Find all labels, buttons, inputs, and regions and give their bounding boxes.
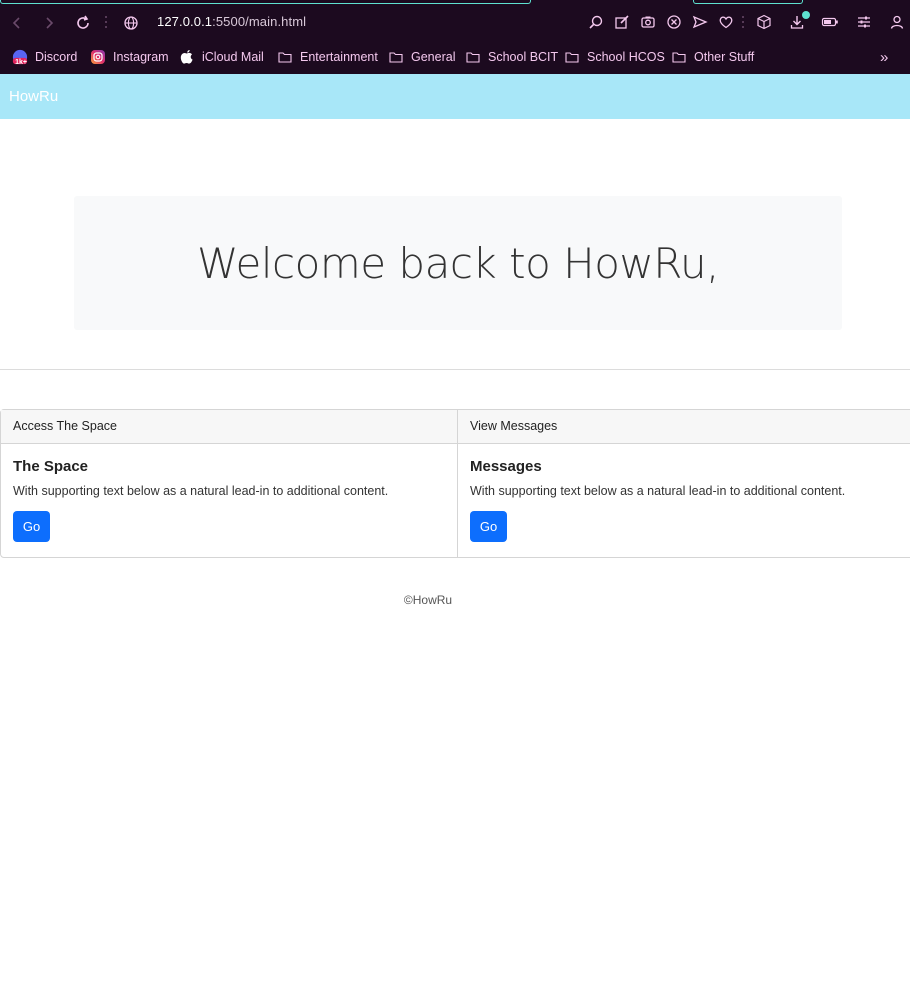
card-header: View Messages [458, 410, 910, 444]
globe-icon [124, 16, 138, 30]
search-zoom-icon [589, 15, 603, 29]
url-path: :5500/main.html [212, 14, 307, 29]
discord-badge: 1k+ [15, 59, 27, 66]
camera-icon [641, 16, 655, 28]
bookmark-label: iCloud Mail [202, 50, 264, 64]
folder-icon [564, 49, 580, 65]
zoom-button[interactable] [587, 13, 605, 31]
navbar: HowRu [0, 74, 910, 119]
chevron-double-right-icon: » [880, 48, 889, 66]
bookmark-folder-general[interactable]: General [388, 48, 455, 66]
profile-button[interactable] [888, 13, 906, 31]
card-text: With supporting text below as a natural … [470, 484, 846, 498]
favorite-button[interactable] [717, 13, 735, 31]
divider [0, 369, 910, 370]
settings-button[interactable] [855, 13, 873, 31]
tab-edge [693, 0, 803, 4]
battery-icon [821, 17, 838, 27]
card-text: With supporting text below as a natural … [13, 484, 389, 498]
send-icon [692, 15, 708, 29]
edit-button[interactable] [613, 13, 631, 31]
back-button[interactable] [6, 12, 28, 34]
back-arrow-icon [12, 17, 20, 29]
card-body: Messages With supporting text below as a… [458, 444, 910, 556]
screenshot-button[interactable] [639, 13, 657, 31]
separator [105, 16, 107, 30]
address-bar[interactable]: 127.0.0.1:5500/main.html [157, 14, 306, 29]
url-host: 127.0.0.1 [157, 14, 213, 29]
bookmark-label: Instagram [113, 50, 169, 64]
bookmark-folder-school-bcit[interactable]: School BCIT [465, 48, 558, 66]
messages-card: View Messages Messages With supporting t… [457, 409, 910, 558]
close-circle-icon [667, 15, 681, 29]
browser-chrome: 127.0.0.1:5500/main.html 1k+ Discord Ins… [0, 0, 910, 74]
pen-icon [615, 15, 629, 29]
welcome-banner: Welcome back to HowRu, [74, 196, 842, 330]
card-title: The Space [13, 458, 89, 475]
bookmark-folder-school-hcos[interactable]: School HCOS [564, 48, 665, 66]
folder-icon [277, 49, 293, 65]
block-button[interactable] [665, 13, 683, 31]
bookmark-label: Other Stuff [694, 50, 755, 64]
bookmark-label: Entertainment [300, 50, 378, 64]
more-bookmarks-button[interactable]: » [880, 48, 888, 66]
instagram-icon [90, 49, 106, 65]
discord-icon: 1k+ [12, 49, 28, 66]
bookmark-instagram[interactable]: Instagram [90, 48, 169, 66]
bookmarks-bar: 1k+ Discord Instagram iCloud Mail Entert… [0, 44, 910, 68]
active-tab-edge [0, 0, 531, 4]
apple-icon [179, 49, 195, 65]
battery-button[interactable] [821, 13, 839, 31]
space-card: Access The Space The Space With supporti… [0, 409, 458, 558]
site-info-button[interactable] [120, 12, 142, 34]
sliders-icon [858, 16, 870, 28]
bookmark-folder-entertainment[interactable]: Entertainment [277, 48, 378, 66]
forward-button[interactable] [38, 12, 60, 34]
user-icon [890, 15, 904, 29]
bookmark-label: Discord [35, 50, 78, 64]
heart-icon [719, 16, 733, 29]
reload-button[interactable] [72, 12, 94, 34]
bookmark-label: General [411, 50, 456, 64]
space-go-button[interactable]: Go [13, 511, 50, 542]
card-title: Messages [470, 458, 542, 475]
card-body: The Space With supporting text below as … [1, 444, 457, 556]
bookmark-label: School BCIT [488, 50, 559, 64]
bookmark-discord[interactable]: 1k+ Discord [12, 48, 77, 66]
bookmark-label: School HCOS [587, 50, 665, 64]
brand-link[interactable]: HowRu [9, 88, 58, 105]
welcome-heading: Welcome back to HowRu, [196, 238, 720, 288]
send-button[interactable] [691, 13, 709, 31]
forward-arrow-icon [46, 17, 54, 29]
folder-icon [671, 49, 687, 65]
extensions-button[interactable] [755, 13, 773, 31]
card-header: Access The Space [1, 410, 457, 444]
reload-icon [77, 15, 89, 29]
cube-icon [757, 14, 771, 30]
bookmark-folder-other-stuff[interactable]: Other Stuff [671, 48, 754, 66]
messages-go-button[interactable]: Go [470, 511, 507, 542]
folder-icon [465, 49, 481, 65]
folder-icon [388, 49, 404, 65]
separator [742, 16, 744, 30]
bookmark-icloud-mail[interactable]: iCloud Mail [179, 48, 264, 66]
notification-dot [802, 11, 810, 19]
footer-copyright: ©HowRu [403, 593, 453, 607]
